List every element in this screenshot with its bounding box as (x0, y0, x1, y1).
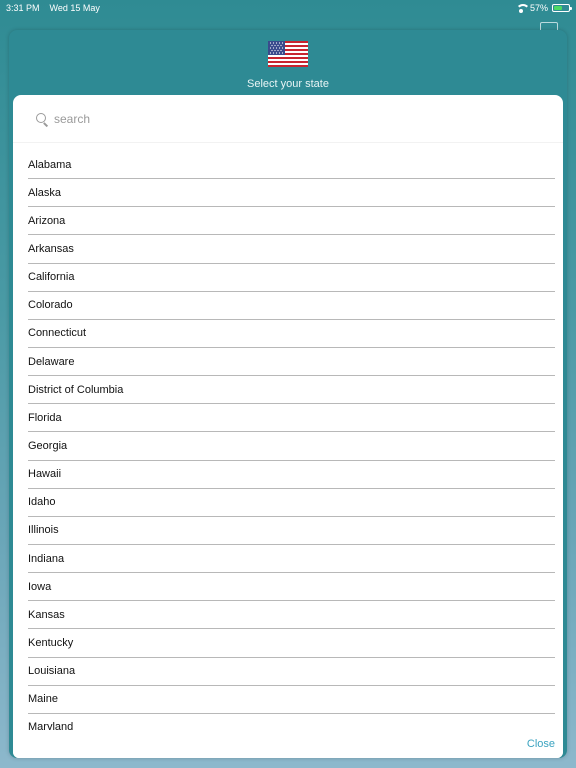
search-bar (13, 95, 563, 143)
state-list-item[interactable]: Arizona (28, 207, 555, 236)
battery-icon (552, 4, 572, 12)
modal-header: Select your state (9, 30, 567, 96)
state-picker-modal: Select your state AlabamaAlaskaArizonaAr… (9, 30, 567, 758)
state-list-container[interactable]: Alabama Alaska Arizona Arkansas California Co… (13, 151, 563, 731)
state-list-item[interactable]: Arkansas (28, 235, 555, 264)
search-icon (35, 112, 49, 126)
close-button[interactable]: Close (527, 738, 555, 750)
state-list-item[interactable]: Kentucky (28, 629, 555, 658)
status-time: 3:31 PM (6, 3, 40, 13)
status-right: 57% (515, 3, 572, 13)
status-date: Wed 15 May (49, 3, 100, 13)
state-list-item[interactable]: Hawaii (28, 461, 555, 489)
status-bar: 3:31 PM Wed 15 May 57% (0, 0, 576, 16)
state-list-item[interactable]: Colorado (28, 292, 555, 320)
state-list-item[interactable]: Alabama (28, 151, 555, 180)
state-list-item[interactable]: Connecticut (28, 320, 555, 348)
state-list-item[interactable]: Louisiana (28, 658, 555, 686)
state-list: Alabama Alaska Arizona Arkansas California Co… (13, 151, 563, 731)
state-list-item[interactable]: Maryland (28, 714, 555, 731)
state-panel: AlabamaAlaskaArizonaArkansasCaliforniaCo… (13, 95, 563, 758)
state-list-item[interactable]: Delaware (28, 348, 555, 377)
state-list-item[interactable]: Idaho (28, 489, 555, 517)
state-list-item[interactable]: Kansas (28, 601, 555, 630)
wifi-icon (515, 4, 530, 13)
state-list-item[interactable]: Alaska (28, 179, 555, 208)
state-list-item[interactable]: California (28, 264, 555, 292)
battery-percent: 57% (529, 3, 548, 13)
status-left: 3:31 PM Wed 15 May (6, 3, 100, 13)
state-list-item[interactable]: Maine (28, 686, 555, 714)
modal-title: Select your state (247, 78, 329, 90)
modal-footer: Close (13, 730, 563, 758)
state-list-item[interactable]: Georgia (28, 432, 555, 461)
battery-cap (570, 7, 572, 10)
state-list-item[interactable]: District of Columbia (28, 376, 555, 405)
us-flag-icon (268, 41, 308, 67)
battery-fill (554, 6, 562, 10)
state-list-item[interactable]: Illinois (28, 517, 555, 545)
state-list-item[interactable]: Florida (28, 404, 555, 433)
search-input[interactable] (54, 111, 514, 126)
state-list-item[interactable]: Indiana (28, 545, 555, 574)
state-list-item[interactable]: Iowa (28, 573, 555, 602)
